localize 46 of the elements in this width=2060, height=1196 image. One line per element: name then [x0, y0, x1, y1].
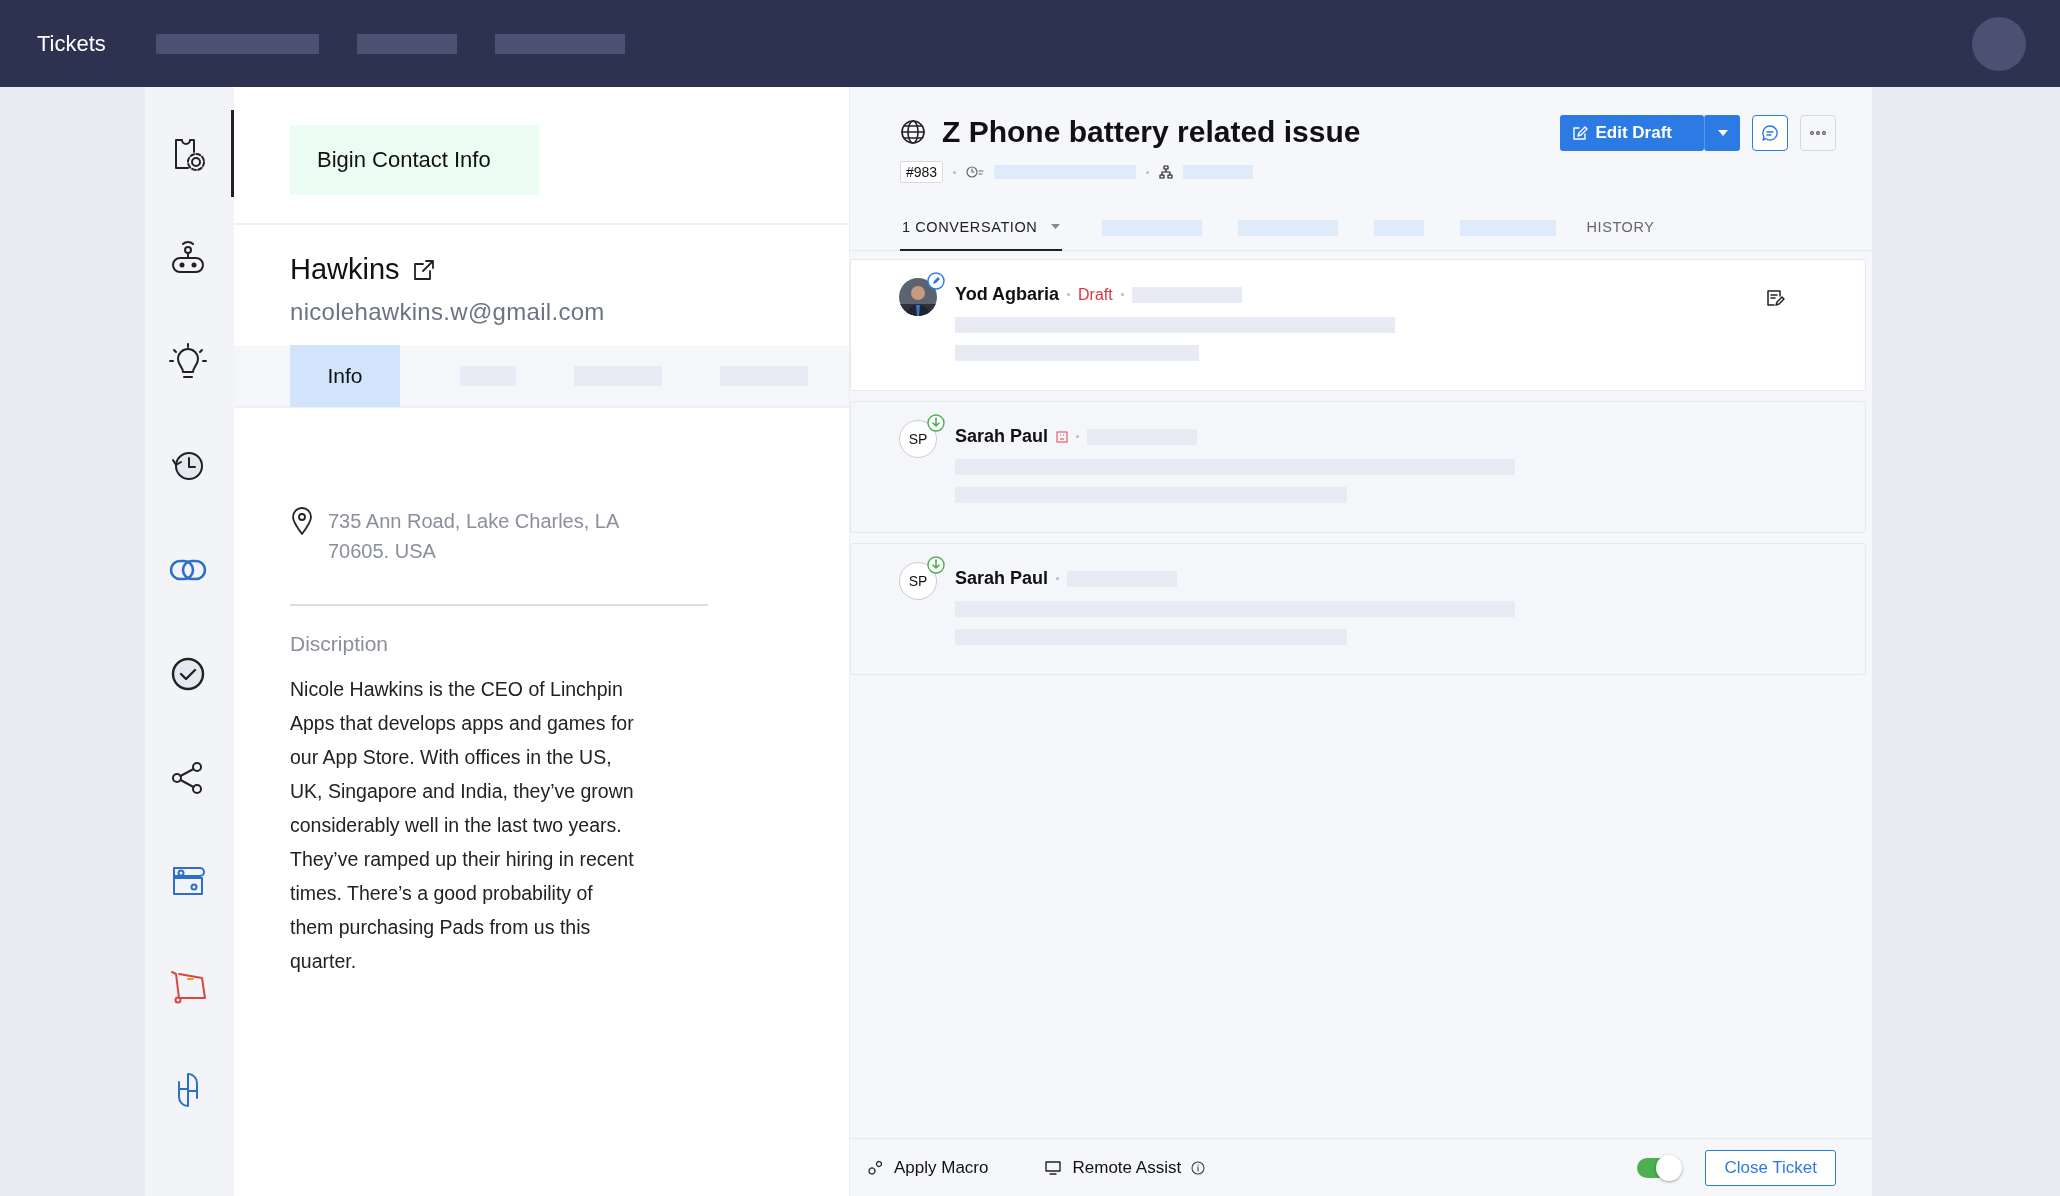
- toggle-switch[interactable]: [1637, 1157, 1680, 1178]
- conversation-card[interactable]: Yod Agbaria Draft: [850, 259, 1866, 391]
- apply-macro-button[interactable]: Apply Macro: [858, 1157, 997, 1178]
- description-text: Nicole Hawkins is the CEO of Linchpin Apps that develops apps and games for our App Store. With offices in the US, UK, Singapore and India, they’ve grown considerably well in the last two years. They’ve ramped up their hiring in recent times. There’s a good probability of them purchasing Pads from us this quarter.: [289, 677, 635, 974]
- author-name: Sarah Paul: [955, 426, 1049, 447]
- ticket-number: #983: [900, 161, 944, 183]
- dropdown-caret-button[interactable]: [1704, 115, 1740, 151]
- edit-icon: [1571, 125, 1588, 141]
- remote-assist-button[interactable]: Remote Assist: [1036, 1157, 1214, 1178]
- close-ticket-button[interactable]: Close Ticket: [1705, 1149, 1836, 1186]
- contact-info-label: Bigin Contact Info: [290, 125, 539, 195]
- caret-icon: [1717, 130, 1728, 136]
- globe-icon: [900, 119, 926, 145]
- comment-button[interactable]: [1752, 115, 1788, 151]
- conversation-card[interactable]: SP Sarah Paul: [850, 401, 1866, 533]
- edit-note-icon[interactable]: [1765, 288, 1785, 308]
- arrow-down-badge-icon: [927, 414, 945, 432]
- contact-name: Hawkins: [290, 253, 400, 286]
- draft-status: Draft: [1078, 285, 1113, 304]
- pencil-badge-icon: [927, 272, 945, 290]
- hierarchy-icon: [1159, 165, 1174, 179]
- history-tab[interactable]: HISTORY: [1584, 204, 1657, 251]
- description-label: Discription: [289, 631, 390, 656]
- caret-icon: [1051, 224, 1061, 229]
- author-name: Sarah Paul: [955, 568, 1049, 589]
- monitor-icon: [1044, 1159, 1063, 1176]
- edit-draft-button[interactable]: Edit Draft: [1559, 115, 1704, 151]
- arrow-down-badge-icon: [927, 556, 945, 574]
- ticket-title: Z Phone battery related issue: [942, 115, 1361, 149]
- app-title: Tickets: [37, 30, 106, 57]
- gears-icon: [866, 1158, 884, 1177]
- contact-address: 735 Ann Road, Lake Charles, LA 70605. USA: [328, 509, 620, 564]
- conversation-card[interactable]: SP Sarah Paul: [850, 543, 1866, 675]
- more-button[interactable]: [1800, 115, 1836, 151]
- external-link-icon[interactable]: [411, 257, 436, 282]
- initials-avatar: SP: [899, 420, 937, 458]
- initials-avatar: SP: [899, 562, 937, 600]
- author-name: Yod Agbaria: [955, 284, 1059, 305]
- speech-bubble-icon: [1761, 124, 1779, 142]
- contact-email: nicolehawkins.w@gmail.com: [290, 298, 606, 326]
- info-icon: [1191, 1160, 1206, 1175]
- info-tab[interactable]: Info: [290, 345, 400, 407]
- location-pin-icon: [290, 506, 314, 536]
- conversation-tab[interactable]: 1 CONVERSATION: [900, 204, 1063, 251]
- clock-icon: [966, 166, 985, 178]
- more-icon: [1810, 131, 1826, 135]
